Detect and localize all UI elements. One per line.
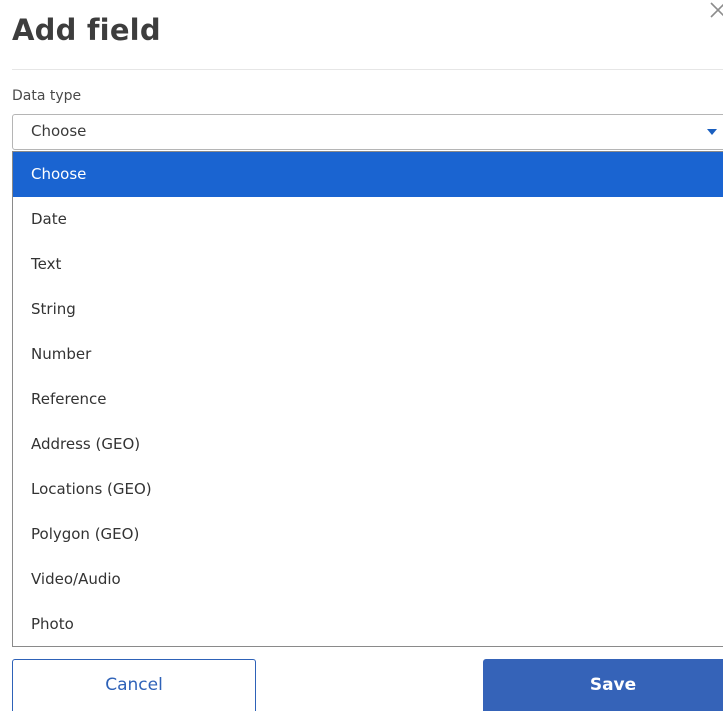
option-reference[interactable]: Reference: [13, 377, 723, 422]
dialog-title: Add field: [12, 13, 161, 47]
data-type-select[interactable]: Choose: [12, 114, 723, 150]
data-type-dropdown-list: Choose Date Text String Number Reference…: [12, 151, 723, 647]
save-button[interactable]: Save: [483, 659, 723, 711]
option-text[interactable]: Text: [13, 242, 723, 287]
option-address-geo[interactable]: Address (GEO): [13, 422, 723, 467]
option-locations-geo[interactable]: Locations (GEO): [13, 467, 723, 512]
option-date[interactable]: Date: [13, 197, 723, 242]
data-type-label: Data type: [12, 88, 82, 104]
option-video-audio[interactable]: Video/Audio: [13, 557, 723, 602]
close-icon[interactable]: [707, 0, 723, 20]
cancel-button[interactable]: Cancel: [12, 659, 256, 711]
option-photo[interactable]: Photo: [13, 602, 723, 646]
data-type-selected-value: Choose: [31, 122, 87, 140]
chevron-down-icon: [707, 129, 717, 135]
option-string[interactable]: String: [13, 287, 723, 332]
header-divider: [12, 69, 723, 70]
option-choose[interactable]: Choose: [13, 152, 723, 197]
option-polygon-geo[interactable]: Polygon (GEO): [13, 512, 723, 557]
option-number[interactable]: Number: [13, 332, 723, 377]
